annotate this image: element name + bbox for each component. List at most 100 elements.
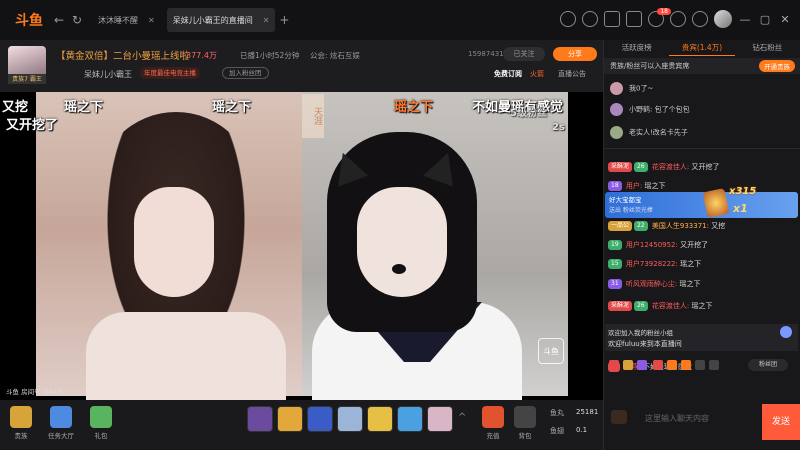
video-player[interactable]: 天涯 又挖 又开挖了 瑶之下 瑶之下 瑶之下 不如曼瑶有感觉 5级粉丝 2s 斗… — [0, 92, 603, 400]
history-icon[interactable] — [560, 11, 576, 27]
back-icon[interactable]: ← — [50, 11, 68, 29]
level-badge: 18 — [608, 181, 622, 191]
vip-text: 小野鹤: 包了个包包 — [629, 105, 690, 114]
noble-button[interactable]: 贵族 — [6, 406, 36, 440]
avatar — [610, 82, 623, 95]
task-hall-button[interactable]: 任务大厅 — [46, 406, 76, 440]
vip-text: 老实人!改名卡先子 — [629, 128, 688, 137]
notification-icon[interactable]: 18 — [648, 8, 671, 27]
sticker-icon[interactable] — [623, 360, 633, 370]
award-badge[interactable]: 年度最佳电竞主播 — [140, 67, 200, 79]
task-icon — [50, 406, 72, 428]
emoji-icon[interactable] — [609, 360, 619, 370]
bullet-icon[interactable] — [653, 360, 663, 370]
maximize-icon[interactable]: ▢ — [758, 13, 772, 26]
chat-message[interactable]: 15 用户73928222: 瑶之下 — [608, 259, 701, 269]
tab-label: 沐沐睡不醒 — [98, 15, 138, 25]
left-camera-feed — [36, 92, 302, 400]
close-icon[interactable]: ✕ — [263, 16, 270, 25]
backpack-button[interactable]: 背包 — [510, 406, 540, 440]
settings-icon[interactable] — [692, 11, 708, 27]
danmaku-text: 瑶之下 — [64, 100, 104, 115]
color-icon[interactable] — [637, 360, 647, 370]
join-fan-club-button[interactable]: 加入粉丝团 — [222, 67, 269, 79]
chat-text: 瑶之下 — [680, 260, 702, 268]
level-badge: 22 — [634, 221, 648, 231]
tab-other[interactable]: 沐沐睡不醒 ✕ — [92, 8, 161, 32]
decoration-card: 天涯 — [302, 94, 324, 138]
anchor-name[interactable]: 呆妹儿小霸王 — [84, 69, 132, 80]
chat-input[interactable]: 这里输入聊天内容 — [605, 404, 762, 432]
recharge-button[interactable]: 充值 — [478, 406, 508, 440]
chat-text: 又开挖了 — [691, 163, 720, 171]
room-number-watermark: 斗鱼 房间号: 9443 — [6, 388, 62, 396]
trash-icon[interactable] — [709, 360, 719, 370]
close-icon[interactable]: ✕ — [148, 16, 155, 25]
avatar — [610, 126, 623, 139]
chat-message[interactable]: 19 用户12450952: 又开挖了 — [608, 240, 708, 250]
send-button[interactable]: 发送 — [762, 404, 800, 440]
streamer-face — [357, 187, 447, 297]
tab-current-room[interactable]: 呆妹儿小霸王的直播间 ✕ — [166, 8, 276, 32]
minimize-icon[interactable]: — — [738, 13, 752, 26]
gift-box-icon[interactable] — [670, 11, 686, 27]
yuchi-value: 0.1 — [576, 426, 588, 434]
tab-vip[interactable]: 贵宾(1.4万) — [669, 40, 735, 56]
vip-row[interactable]: 小野鹤: 包了个包包 — [610, 103, 690, 116]
gift-item[interactable] — [307, 406, 333, 432]
gift-item[interactable] — [367, 406, 393, 432]
message-icon[interactable] — [604, 11, 620, 27]
level-badge: 26 — [634, 162, 648, 172]
combo-multiplier: x1 — [733, 202, 748, 215]
free-subscribe-button[interactable]: 免费订阅 — [494, 69, 522, 79]
gift-pack-button[interactable]: 礼包 — [86, 406, 116, 440]
danmaku-text: 又挖 — [2, 100, 29, 115]
gift-item[interactable] — [277, 406, 303, 432]
user-avatar[interactable] — [714, 10, 732, 28]
chat-message[interactable]: 一品公 22 美国人生933371: 又挖 — [608, 221, 725, 231]
chat-username: 用户: — [625, 182, 643, 190]
followed-button[interactable]: 已关注 — [503, 47, 545, 61]
gift-item[interactable] — [397, 406, 423, 432]
favorite-icon[interactable] — [582, 11, 598, 27]
chat-message[interactable]: 采酥泥 26 花容渡佳人: 瑶之下 — [608, 301, 712, 311]
danmaku-text: 2s — [552, 122, 565, 133]
chat-message[interactable]: 18 用户: 瑶之下 — [608, 181, 665, 191]
streamer-body — [86, 312, 286, 400]
danmaku-text: 瑶之下 — [212, 100, 252, 115]
open-noble-button[interactable]: 开通贵族 — [759, 60, 795, 72]
refresh-icon[interactable]: ↻ — [68, 11, 86, 29]
announcement-button[interactable]: 直播公告 — [558, 69, 586, 79]
hot-value: 377.4万 — [186, 51, 217, 60]
lottery-icon[interactable] — [681, 360, 691, 370]
tab-diamond-fans[interactable]: 钻石粉丝 — [735, 40, 800, 56]
recharge-icon — [482, 406, 504, 428]
fan-club-button[interactable]: 粉丝团 — [748, 359, 788, 371]
system-message: 欢迎加入我的粉丝小组 欢迎fuluu来到本直播间 — [605, 324, 798, 351]
chat-text: 瑶之下 — [691, 302, 713, 310]
level-badge: 19 — [608, 240, 622, 250]
gift-item[interactable] — [337, 406, 363, 432]
vip-row[interactable]: 我0了~ — [610, 82, 653, 95]
gift-pack-icon — [90, 406, 112, 428]
rocket-label[interactable]: 火箭 — [530, 69, 544, 79]
chat-message[interactable]: 采酥泥 26 花容渡佳人: 又开挖了 — [608, 162, 719, 172]
gift-item[interactable] — [247, 406, 273, 432]
box-icon[interactable] — [695, 360, 705, 370]
vip-row[interactable]: 老实人!改名卡先子 — [610, 126, 688, 139]
chat-text: 又挖 — [711, 222, 726, 230]
gift-item[interactable] — [427, 406, 453, 432]
share-button[interactable]: 分享 — [553, 47, 597, 61]
douyu-logo[interactable]: 斗鱼 — [8, 9, 50, 31]
chevron-up-icon[interactable]: ^ — [458, 412, 466, 423]
popup-gift: 送出 粉丝荧光棒 — [609, 207, 653, 214]
close-window-icon[interactable]: ✕ — [778, 13, 792, 26]
chat-username: 用户73928222: — [625, 260, 678, 268]
hot-word-icon[interactable] — [667, 360, 677, 370]
tab-activity-rank[interactable]: 活跃度榜 — [604, 40, 669, 56]
add-tab-icon[interactable]: + — [275, 11, 293, 29]
chat-text: 又开挖了 — [680, 241, 709, 249]
diamond-icon — [780, 326, 792, 338]
chat-message[interactable]: 31 听风观雨醉心尘: 瑶之下 — [608, 279, 700, 289]
shirt-icon[interactable] — [626, 11, 642, 27]
